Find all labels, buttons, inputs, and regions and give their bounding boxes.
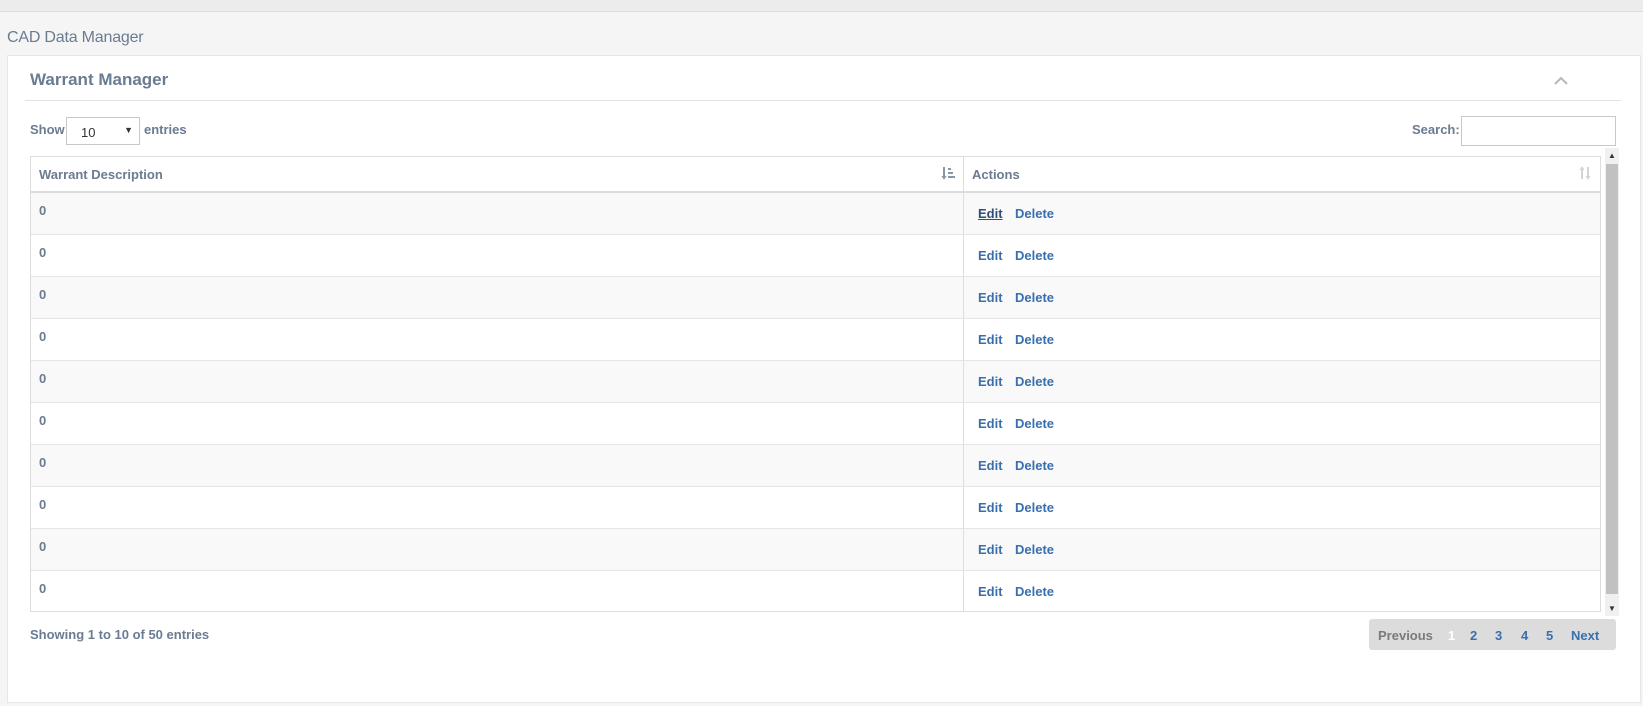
warrant-description: 0 (39, 287, 47, 302)
warrant-description: 0 (39, 371, 47, 386)
actions-cell: Edit Delete (963, 487, 1600, 528)
edit-link[interactable]: Edit (978, 332, 1003, 347)
delete-link[interactable]: Delete (1015, 542, 1054, 557)
app-title: CAD Data Manager (7, 29, 144, 46)
edit-link[interactable]: Edit (978, 290, 1003, 305)
table-row: 0 Edit Delete (31, 319, 1600, 361)
edit-link[interactable]: Edit (978, 206, 1003, 221)
triangle-up-icon: ▲ (1608, 151, 1616, 160)
column-header-warrant-description[interactable]: Warrant Description (31, 157, 963, 191)
delete-link[interactable]: Delete (1015, 332, 1054, 347)
table-row: 0 Edit Delete (31, 361, 1600, 403)
warrant-description: 0 (39, 581, 47, 596)
table-scrollbar[interactable]: ▲ ▼ (1605, 148, 1619, 616)
table-row: 0 Edit Delete (31, 193, 1600, 235)
collapse-button[interactable] (1548, 70, 1574, 92)
column-header-label: Actions (972, 167, 1020, 182)
page-button-4[interactable]: 4 (1521, 628, 1528, 643)
actions-cell: Edit Delete (963, 277, 1600, 318)
actions-cell: Edit Delete (963, 445, 1600, 486)
table-row: 0 Edit Delete (31, 403, 1600, 445)
pagination: Previous 1 2 3 4 5 Next (1369, 619, 1616, 650)
edit-link[interactable]: Edit (978, 416, 1003, 431)
next-button[interactable]: Next (1571, 628, 1599, 643)
top-bar (0, 0, 1643, 12)
previous-button[interactable]: Previous (1378, 628, 1433, 643)
scroll-up-button[interactable]: ▲ (1605, 150, 1619, 164)
warrant-description: 0 (39, 497, 47, 512)
page-button-2[interactable]: 2 (1470, 628, 1477, 643)
warrant-description: 0 (39, 329, 47, 344)
description-cell: 0 (31, 403, 963, 444)
actions-cell: Edit Delete (963, 403, 1600, 444)
description-cell: 0 (31, 319, 963, 360)
warrant-description: 0 (39, 455, 47, 470)
actions-cell: Edit Delete (963, 529, 1600, 570)
scroll-thumb[interactable] (1606, 164, 1618, 594)
actions-cell: Edit Delete (963, 235, 1600, 276)
panel-divider (25, 100, 1621, 101)
delete-link[interactable]: Delete (1015, 500, 1054, 515)
panel-title: Warrant Manager (30, 70, 169, 89)
delete-link[interactable]: Delete (1015, 248, 1054, 263)
description-cell: 0 (31, 571, 963, 611)
chevron-up-icon (1554, 76, 1568, 85)
edit-link[interactable]: Edit (978, 542, 1003, 557)
warrant-description: 0 (39, 245, 47, 260)
table-info: Showing 1 to 10 of 50 entries (30, 627, 210, 642)
delete-link[interactable]: Delete (1015, 584, 1054, 599)
actions-cell: Edit Delete (963, 319, 1600, 360)
delete-link[interactable]: Delete (1015, 290, 1054, 305)
actions-cell: Edit Delete (963, 571, 1600, 611)
table-row: 0 Edit Delete (31, 235, 1600, 277)
search-label: Search: (1412, 122, 1460, 137)
description-cell: 0 (31, 445, 963, 486)
column-header-label: Warrant Description (39, 167, 163, 182)
entries-label: entries (144, 122, 187, 137)
delete-link[interactable]: Delete (1015, 416, 1054, 431)
description-cell: 0 (31, 487, 963, 528)
page-button-5[interactable]: 5 (1546, 628, 1553, 643)
column-header-actions[interactable]: Actions (963, 157, 1600, 191)
table-row: 0 Edit Delete (31, 487, 1600, 529)
table-row: 0 Edit Delete (31, 445, 1600, 487)
warrant-description: 0 (39, 203, 47, 218)
selected-length: 10 (81, 125, 96, 140)
triangle-down-icon: ▼ (1608, 604, 1616, 613)
warrant-description: 0 (39, 539, 47, 554)
show-label: Show (30, 122, 65, 137)
table-row: 0 Edit Delete (31, 277, 1600, 319)
delete-link[interactable]: Delete (1015, 206, 1054, 221)
entries-per-page-select[interactable]: 10 ▼ (66, 117, 140, 145)
description-cell: 0 (31, 529, 963, 570)
description-cell: 0 (31, 277, 963, 318)
delete-link[interactable]: Delete (1015, 458, 1054, 473)
search-input[interactable] (1461, 116, 1616, 146)
edit-link[interactable]: Edit (978, 458, 1003, 473)
table-row: 0 Edit Delete (31, 571, 1600, 611)
edit-link[interactable]: Edit (978, 500, 1003, 515)
warrant-description: 0 (39, 413, 47, 428)
caret-down-icon: ▼ (124, 125, 133, 135)
table-row: 0 Edit Delete (31, 529, 1600, 571)
delete-link[interactable]: Delete (1015, 374, 1054, 389)
scroll-down-button[interactable]: ▼ (1605, 602, 1619, 616)
sort-both-icon (1579, 166, 1591, 180)
description-cell: 0 (31, 361, 963, 402)
warrant-table: Warrant Description Actions 0 Edit Delet… (30, 156, 1601, 612)
edit-link[interactable]: Edit (978, 248, 1003, 263)
warrant-manager-panel: Warrant Manager Show 10 ▼ entries Search… (7, 55, 1641, 703)
page-button-3[interactable]: 3 (1495, 628, 1502, 643)
actions-cell: Edit Delete (963, 193, 1600, 234)
page-button-1[interactable]: 1 (1448, 628, 1455, 643)
edit-link[interactable]: Edit (978, 584, 1003, 599)
actions-cell: Edit Delete (963, 361, 1600, 402)
description-cell: 0 (31, 193, 963, 234)
edit-link[interactable]: Edit (978, 374, 1003, 389)
sort-amount-icon (941, 167, 955, 180)
table-header: Warrant Description Actions (31, 157, 1600, 193)
description-cell: 0 (31, 235, 963, 276)
